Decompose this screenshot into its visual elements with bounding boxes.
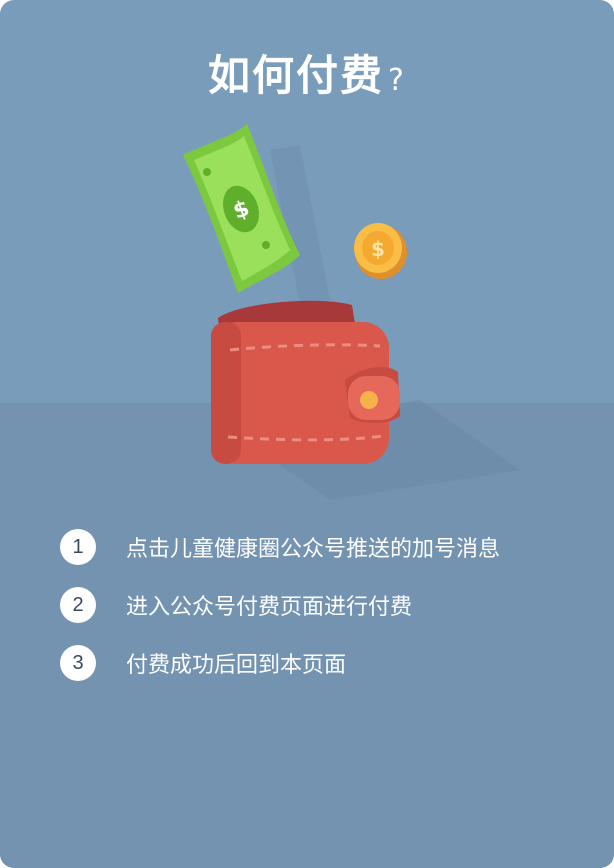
step-item: 2 进入公众号付费页面进行付费 <box>60 576 590 634</box>
step-text: 付费成功后回到本页面 <box>126 653 347 678</box>
step-number-badge: 2 <box>60 587 96 623</box>
step-item: 1 点击儿童健康圈公众号推送的加号消息 <box>60 518 590 576</box>
step-text: 点击儿童健康圈公众号推送的加号消息 <box>126 537 501 562</box>
wallet-icon <box>211 300 400 464</box>
coin-currency-symbol: $ <box>371 237 385 261</box>
step-number-badge: 3 <box>60 645 96 681</box>
step-number-badge: 1 <box>60 529 96 565</box>
step-text: 进入公众号付费页面进行付费 <box>126 595 413 620</box>
payment-help-card: 如何付费? $ $ 1 点击儿童健康圈公众号推送的加号消息 2 进入公众号付费页… <box>0 0 614 868</box>
step-item: 3 付费成功后回到本页面 <box>60 634 590 692</box>
payment-steps: 1 点击儿童健康圈公众号推送的加号消息 2 进入公众号付费页面进行付费 3 付费… <box>60 518 590 692</box>
coin-icon: $ <box>354 223 407 279</box>
payment-illustration: $ $ <box>183 124 520 500</box>
